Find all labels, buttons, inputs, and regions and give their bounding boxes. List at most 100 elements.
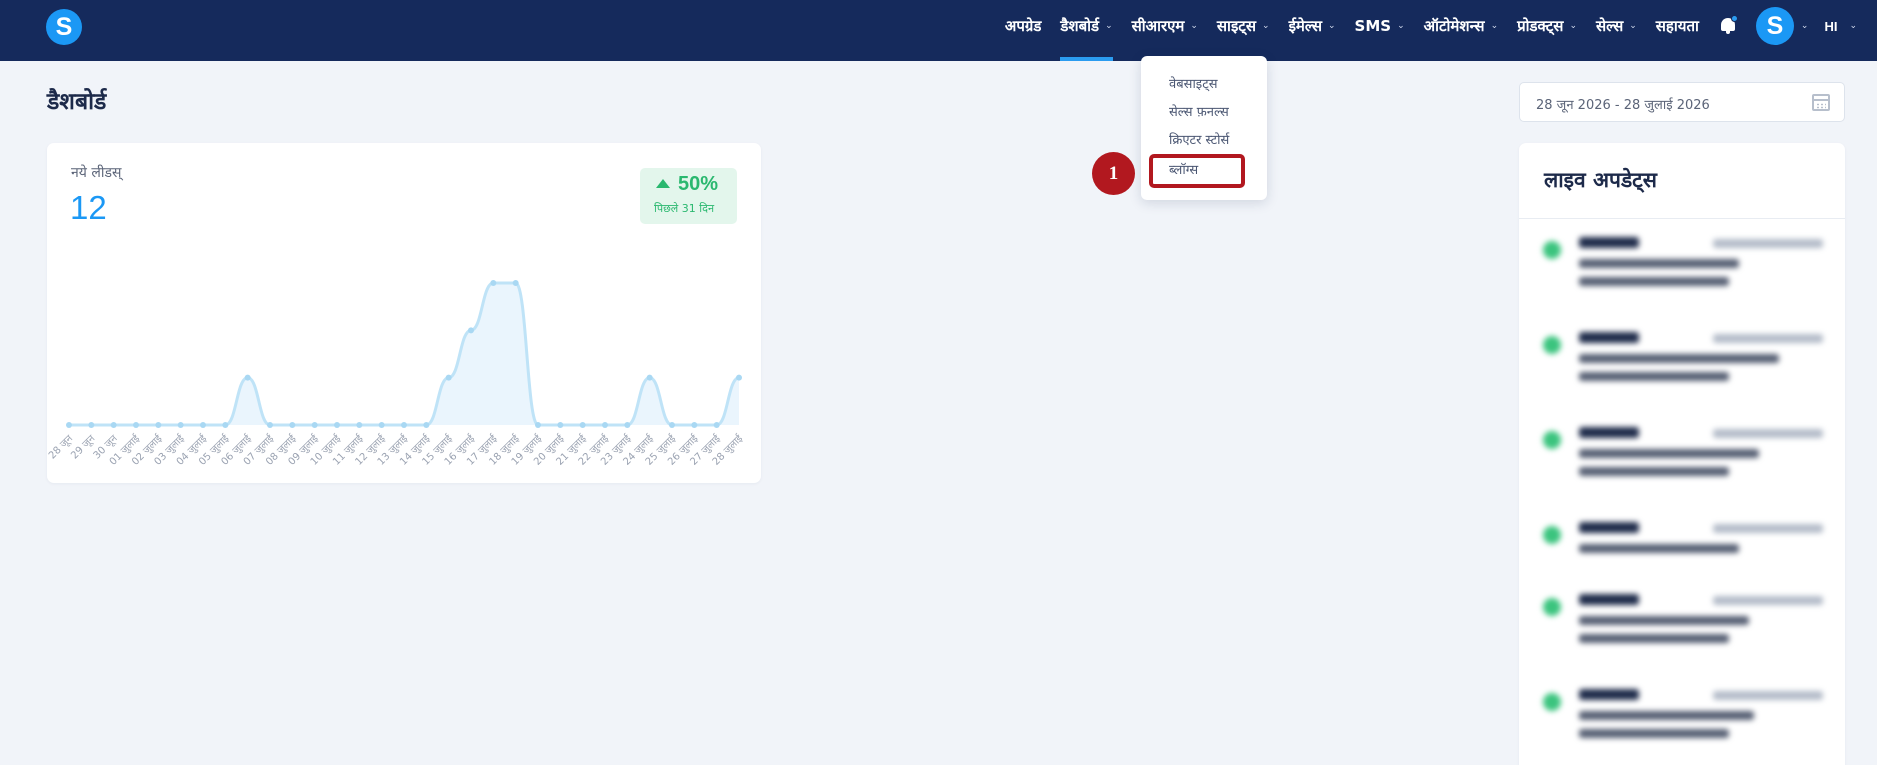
- chart-point[interactable]: [713, 422, 720, 428]
- update-time: [1713, 596, 1823, 605]
- chart-point[interactable]: [66, 422, 72, 428]
- app-logo[interactable]: S: [46, 9, 82, 45]
- notification-dot: [1730, 15, 1738, 22]
- chart-point[interactable]: [356, 422, 363, 428]
- nav-item-label: SMS: [1354, 17, 1392, 35]
- chart-series-line: [68, 281, 740, 427]
- user-icon: [1543, 693, 1561, 711]
- chart-point[interactable]: [311, 422, 318, 428]
- live-updates-card: लाइव अपडेट्स: [1519, 143, 1845, 765]
- sites-dropdown-menu: वेबसाइट्स सेल्स फ़नल्स क्रिएटर स्टोर्स ब…: [1141, 56, 1267, 200]
- leads-label: नये लीडस्: [71, 165, 122, 181]
- nav-item-sales[interactable]: सेल्स ⌄: [1596, 0, 1637, 52]
- menu-item-sales-funnels[interactable]: सेल्स फ़नल्स: [1169, 102, 1229, 120]
- nav-item-crm[interactable]: सीआरएम ⌄: [1132, 0, 1198, 52]
- update-line: [1579, 259, 1739, 268]
- user-icon: [1543, 336, 1561, 354]
- chart-point[interactable]: [289, 422, 296, 428]
- chart-point[interactable]: [177, 422, 184, 428]
- chart-point[interactable]: [624, 422, 631, 428]
- nav-item-dashboard[interactable]: डैशबोर्ड ⌄: [1060, 0, 1113, 61]
- update-line: [1579, 634, 1729, 643]
- new-leads-card: 28 जून 29 जून 30 जून 01 जुलाई 02 जुलाई 03 जुल…: [47, 143, 761, 483]
- chart-point[interactable]: [736, 374, 742, 381]
- chart-point[interactable]: [378, 422, 385, 428]
- nav-item-label: साइट्स: [1216, 17, 1257, 35]
- chart-point[interactable]: [602, 422, 608, 428]
- nav-item-automations[interactable]: ऑटोमेशन्स ⌄: [1424, 0, 1498, 52]
- update-line: [1579, 467, 1729, 476]
- live-update-item: [1543, 594, 1823, 666]
- update-time: [1713, 691, 1823, 700]
- chart-point[interactable]: [535, 422, 541, 428]
- update-name: [1579, 237, 1639, 248]
- update-line: [1579, 277, 1729, 286]
- x-tick-label: 28 जून: [47, 433, 75, 462]
- chart-point[interactable]: [133, 422, 139, 428]
- chart-point[interactable]: [468, 327, 474, 334]
- date-range-picker[interactable]: 28 जून 2026 - 28 जुलाई 2026: [1519, 82, 1845, 122]
- nav-item-label: ऑटोमेशन्स: [1423, 17, 1485, 35]
- chart-point[interactable]: [267, 422, 273, 428]
- arrow-up-icon: [656, 179, 670, 188]
- nav-item-upgrade[interactable]: अपग्रेड: [1005, 0, 1041, 52]
- nav-item-label: ईमेल्स: [1288, 17, 1322, 35]
- date-range-value: 28 जून 2026 - 28 जुलाई 2026: [1536, 98, 1710, 113]
- user-avatar[interactable]: S: [1755, 7, 1794, 45]
- highlight-box: [1149, 154, 1245, 188]
- chart-point[interactable]: [222, 422, 229, 428]
- chevron-down-icon: ⌄: [1569, 21, 1577, 31]
- chevron-down-icon: ⌄: [1262, 21, 1270, 31]
- nav-item-label: अपग्रेड: [1004, 17, 1042, 35]
- calendar-icon: [1812, 94, 1830, 111]
- chart-point[interactable]: [110, 422, 117, 428]
- update-line: [1579, 616, 1749, 625]
- chevron-down-icon: ⌄: [1327, 21, 1336, 31]
- notification-bell-icon[interactable]: [1718, 15, 1738, 36]
- chart-point[interactable]: [669, 422, 675, 428]
- menu-item-creator-stores[interactable]: क्रिएटर स्टोर्स: [1169, 130, 1229, 148]
- update-name: [1579, 522, 1639, 533]
- update-line: [1579, 729, 1729, 738]
- chart-point[interactable]: [445, 374, 452, 381]
- user-icon: [1543, 241, 1561, 259]
- user-icon: [1543, 431, 1561, 449]
- chart-point[interactable]: [423, 422, 430, 428]
- chart-point[interactable]: [579, 422, 586, 428]
- chart-point[interactable]: [557, 422, 564, 428]
- chevron-down-icon: ⌄: [1490, 21, 1499, 31]
- update-name: [1579, 332, 1639, 343]
- nav-item-sms[interactable]: SMS ⌄: [1355, 0, 1405, 52]
- change-badge: 50% पिछले 31 दिन: [640, 168, 737, 224]
- chevron-down-icon: ⌄: [1629, 21, 1637, 31]
- chart-point[interactable]: [691, 422, 698, 428]
- chart-point[interactable]: [490, 280, 497, 286]
- leads-count: 12: [70, 189, 107, 226]
- page-title: डैशबोर्ड: [47, 89, 107, 115]
- chart-point[interactable]: [646, 374, 653, 381]
- main-nav: अपग्रेड डैशबोर्ड ⌄ सीआरएम ⌄ साइट्स ⌄ ईमेल्स ⌄ SMS…: [986, 0, 1877, 61]
- nav-item-label: सहायता: [1655, 17, 1699, 35]
- update-time: [1713, 334, 1823, 343]
- nav-item-sites[interactable]: साइट्स ⌄: [1217, 0, 1270, 52]
- user-icon: [1543, 526, 1561, 544]
- chevron-down-icon: ⌄: [1190, 21, 1198, 31]
- update-name: [1579, 689, 1639, 700]
- chevron-down-icon[interactable]: ⌄: [1801, 21, 1809, 31]
- nav-item-emails[interactable]: ईमेल्स ⌄: [1289, 0, 1336, 52]
- menu-item-websites[interactable]: वेबसाइट्स: [1169, 74, 1218, 92]
- chart-point[interactable]: [155, 422, 162, 428]
- chart-point[interactable]: [200, 422, 206, 428]
- nav-item-products[interactable]: प्रोडक्ट्स ⌄: [1517, 0, 1577, 52]
- chevron-down-icon[interactable]: ⌄: [1849, 21, 1857, 31]
- chart-point[interactable]: [244, 374, 251, 381]
- language-selector[interactable]: HI: [1824, 19, 1837, 34]
- chart-point[interactable]: [401, 422, 407, 428]
- chart-point[interactable]: [334, 422, 340, 428]
- chevron-down-icon: ⌄: [1105, 21, 1113, 31]
- chart-point[interactable]: [512, 280, 519, 286]
- live-update-item: [1543, 332, 1823, 404]
- x-tick-label: 29 जून: [69, 433, 98, 462]
- chart-point[interactable]: [88, 422, 95, 428]
- nav-item-help[interactable]: सहायता: [1656, 0, 1699, 52]
